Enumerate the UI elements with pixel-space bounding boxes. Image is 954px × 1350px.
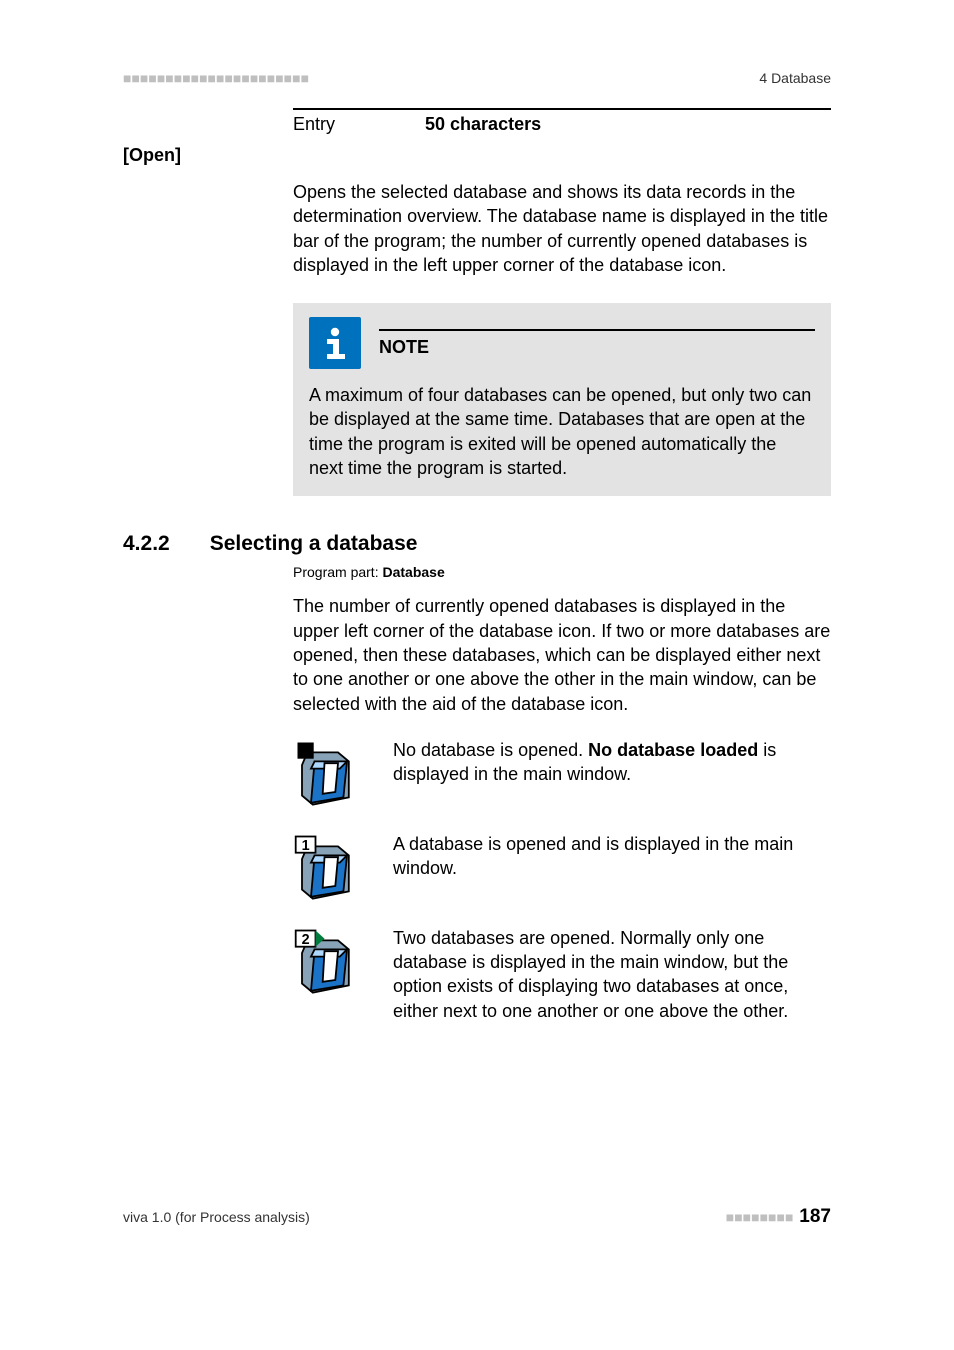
- row1-text: A database is opened and is displayed in…: [393, 832, 831, 904]
- open-body: Opens the selected database and shows it…: [293, 180, 831, 277]
- icon-row-2: 2 Two databases are opened. Normally onl…: [293, 926, 831, 1023]
- footer-left: viva 1.0 (for Process analysis): [123, 1209, 310, 1225]
- badge-2: 2: [302, 932, 310, 948]
- page-number: 187: [799, 1206, 831, 1227]
- info-icon: [309, 317, 361, 369]
- program-part-value: Database: [382, 564, 444, 580]
- row0-text: No database is opened. No database loade…: [393, 738, 831, 810]
- entry-label: Entry: [293, 114, 335, 135]
- section-number: 4.2.2: [123, 532, 170, 556]
- row0-bold: No database loaded: [588, 740, 758, 760]
- program-part-key: Program part:: [293, 564, 382, 580]
- note-box: NOTE A maximum of four databases can be …: [293, 303, 831, 496]
- database-icon-2: 2: [293, 926, 365, 1023]
- icon-row-1: 1 A database is opened and is displayed …: [293, 832, 831, 904]
- note-title: NOTE: [379, 337, 429, 357]
- page-footer: viva 1.0 (for Process analysis) ■■■■■■■■…: [123, 1206, 831, 1228]
- header-dashes: ■■■■■■■■■■■■■■■■■■■■■■: [123, 70, 309, 86]
- section-title: Selecting a database: [210, 532, 418, 556]
- row0-pre: No database is opened.: [393, 740, 588, 760]
- entry-row: Entry 50 characters: [293, 108, 831, 135]
- row2-text: Two databases are opened. Normally only …: [393, 926, 831, 1023]
- note-body: A maximum of four databases can be opene…: [309, 383, 815, 480]
- page-header: ■■■■■■■■■■■■■■■■■■■■■■ 4 Database: [123, 70, 831, 86]
- badge-1: 1: [302, 838, 310, 854]
- icon-row-0: No database is opened. No database loade…: [293, 738, 831, 810]
- entry-value: 50 characters: [425, 114, 541, 135]
- intro-text: The number of currently opened databases…: [293, 594, 831, 715]
- database-icon-none: [293, 738, 365, 810]
- section-heading: 4.2.2 Selecting a database: [123, 532, 831, 556]
- footer-dashes: ■■■■■■■■: [726, 1209, 794, 1225]
- open-label: [Open]: [123, 145, 831, 166]
- chapter-label: 4 Database: [759, 70, 831, 86]
- program-part: Program part: Database: [293, 564, 831, 580]
- database-icon-1: 1: [293, 832, 365, 904]
